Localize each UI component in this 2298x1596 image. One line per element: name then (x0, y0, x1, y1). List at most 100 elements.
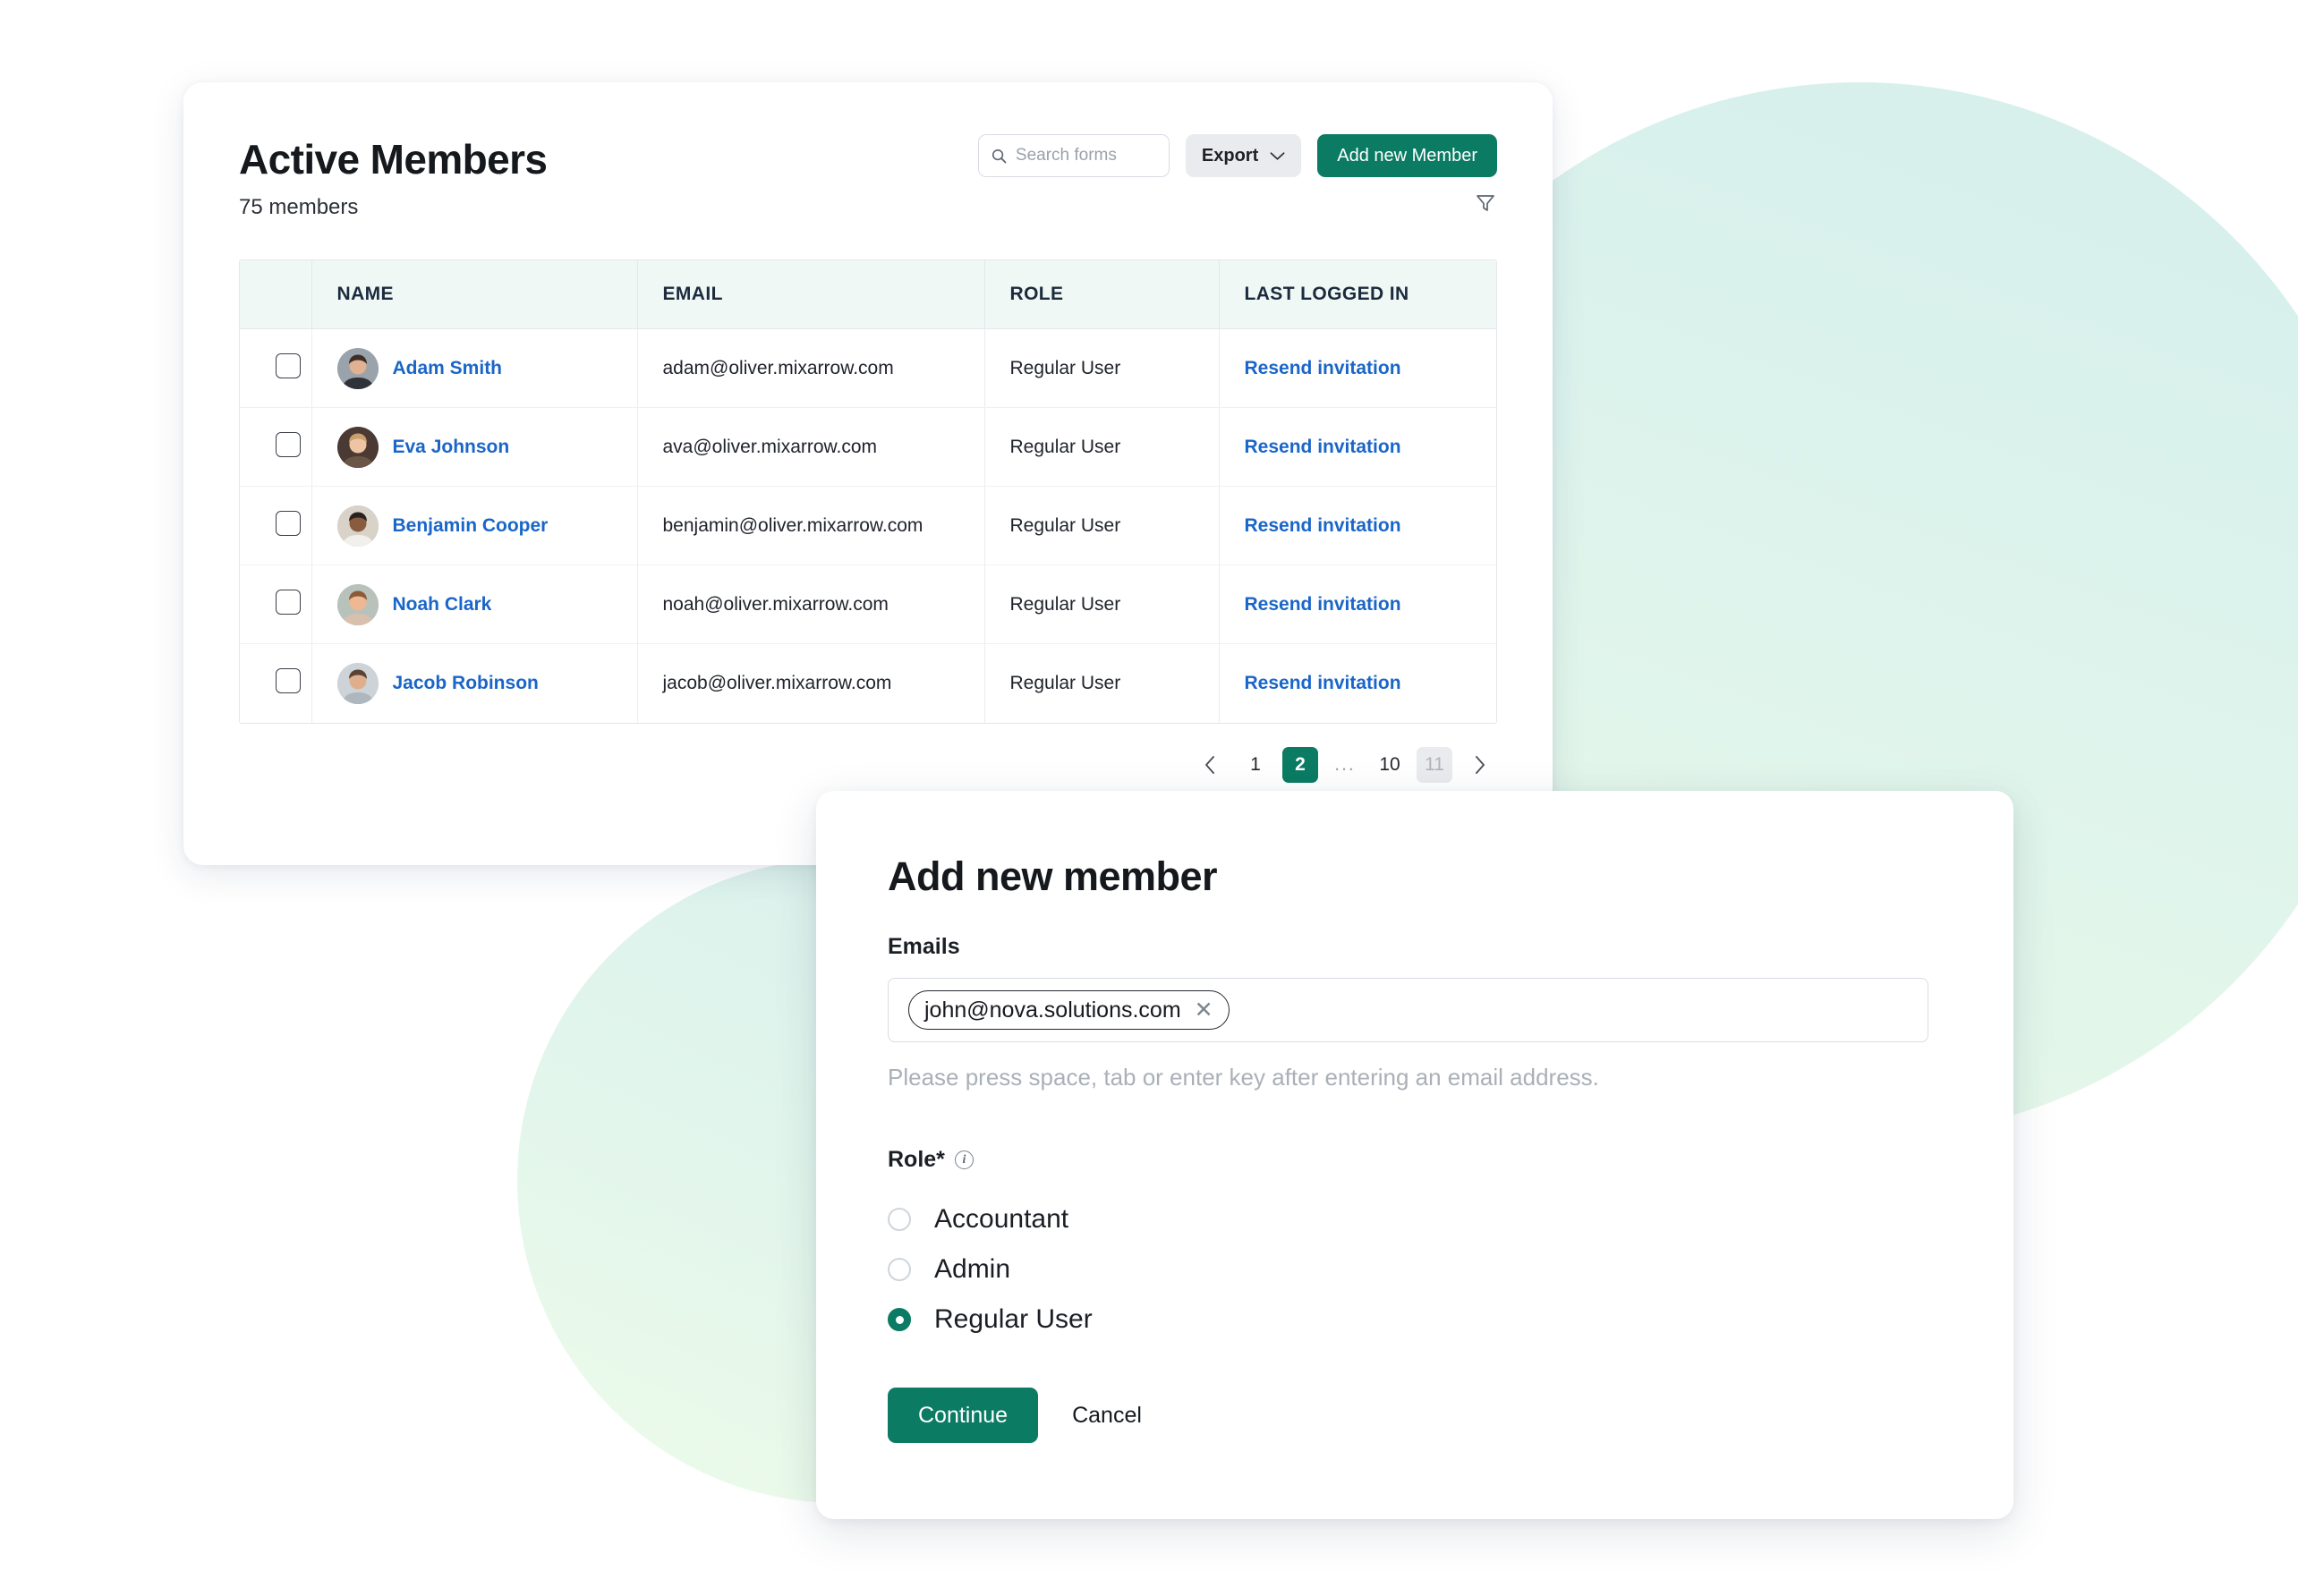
member-count: 75 members (239, 195, 359, 220)
row-checkbox[interactable] (275, 668, 301, 694)
row-checkbox-cell (240, 486, 312, 566)
column-header-last-logged-in: LAST LOGGED IN (1219, 260, 1496, 330)
members-table-wrap: NAME EMAIL ROLE LAST LOGGED IN Adam Smit… (239, 259, 1497, 724)
row-role-cell: Regular User (984, 643, 1220, 723)
toolbar: Search forms Export Add new Member (977, 134, 1497, 177)
row-name-cell: Benjamin Cooper (311, 486, 638, 566)
role-option-label: Accountant (934, 1204, 1069, 1234)
modal-title: Add new member (888, 853, 1218, 899)
table-row: Benjamin Cooper benjamin@oliver.mixarrow.… (240, 486, 1496, 566)
column-header-email: EMAIL (637, 260, 985, 330)
row-email-cell: ava@oliver.mixarrow.com (637, 407, 985, 488)
add-new-member-label: Add new Member (1337, 145, 1477, 166)
chevron-right-icon (1476, 755, 1485, 774)
row-email-cell: adam@oliver.mixarrow.com (637, 328, 985, 409)
column-header-name: NAME (311, 260, 638, 330)
pagination-page-1[interactable]: 1 (1238, 747, 1273, 783)
radio-button[interactable] (888, 1258, 911, 1281)
continue-button[interactable]: Continue (888, 1388, 1039, 1443)
role-option-label: Regular User (934, 1304, 1093, 1334)
row-role-cell: Regular User (984, 486, 1220, 566)
row-last-logged-in-cell: Resend invitation (1219, 328, 1496, 409)
resend-invitation-link[interactable]: Resend invitation (1245, 358, 1401, 378)
app-root: Active Members 75 members Search forms E… (0, 0, 2298, 1596)
row-role-cell: Regular User (984, 328, 1220, 409)
role-radio-group: Accountant Admin Regular User (888, 1194, 1942, 1345)
resend-invitation-link[interactable]: Resend invitation (1245, 437, 1401, 457)
modal-actions: Continue Cancel (888, 1388, 1942, 1443)
table-header: NAME EMAIL ROLE LAST LOGGED IN (240, 260, 1496, 330)
row-checkbox-cell (240, 407, 312, 488)
role-option-regular-user[interactable]: Regular User (888, 1295, 1942, 1345)
close-icon[interactable]: ✕ (1195, 998, 1213, 1022)
pagination-page-10[interactable]: 10 (1372, 747, 1408, 783)
member-name-link[interactable]: Eva Johnson (393, 437, 510, 458)
table-row: Eva Johnson ava@oliver.mixarrow.com Regula… (240, 407, 1496, 488)
pagination-page-11[interactable]: 11 (1417, 746, 1452, 783)
pagination-page-2[interactable]: 2 (1282, 746, 1318, 783)
radio-button[interactable] (888, 1308, 911, 1331)
role-label: Role* (888, 1147, 945, 1172)
role-option-admin[interactable]: Admin (888, 1244, 1942, 1295)
table-row: Adam Smith adam@oliver.mixarrow.com Regula… (240, 328, 1496, 409)
row-checkbox-cell (240, 565, 312, 645)
avatar-photo (336, 583, 379, 625)
chevron-left-icon (1205, 755, 1214, 774)
select-all-header (240, 260, 312, 330)
row-checkbox[interactable] (275, 431, 301, 457)
add-new-member-modal: Add new member Emails john@nova.solution… (816, 791, 2013, 1519)
role-option-accountant[interactable]: Accountant (888, 1194, 1942, 1244)
row-checkbox[interactable] (275, 510, 301, 536)
avatar (336, 583, 379, 625)
row-last-logged-in-cell: Resend invitation (1219, 565, 1496, 645)
member-name-link[interactable]: Noah Clark (393, 594, 492, 615)
cancel-button[interactable]: Cancel (1072, 1403, 1142, 1429)
radio-button[interactable] (888, 1208, 911, 1231)
role-option-label: Admin (934, 1254, 1011, 1284)
table-row: Jacob Robinson jacob@oliver.mixarrow.com R… (240, 643, 1496, 723)
export-button[interactable]: Export (1185, 134, 1302, 177)
avatar (336, 505, 379, 547)
row-checkbox[interactable] (275, 352, 301, 378)
emails-label: Emails (888, 934, 960, 959)
resend-invitation-link[interactable]: Resend invitation (1245, 594, 1401, 615)
add-new-member-button[interactable]: Add new Member (1317, 134, 1497, 177)
resend-invitation-link[interactable]: Resend invitation (1245, 515, 1401, 536)
avatar (336, 663, 379, 705)
info-icon[interactable]: i (954, 1150, 974, 1169)
column-header-role: ROLE (984, 260, 1220, 330)
avatar-photo (336, 663, 379, 705)
member-name-link[interactable]: Benjamin Cooper (393, 515, 549, 537)
row-name-cell: Jacob Robinson (311, 643, 638, 723)
row-email-cell: benjamin@oliver.mixarrow.com (637, 486, 985, 566)
row-checkbox-cell (240, 643, 312, 723)
row-email-cell: jacob@oliver.mixarrow.com (637, 643, 985, 723)
chevron-down-icon (1270, 151, 1285, 160)
emails-input[interactable]: john@nova.solutions.com ✕ (888, 978, 1928, 1042)
row-name-cell: Eva Johnson (311, 407, 638, 488)
row-role-cell: Regular User (984, 407, 1220, 488)
export-label: Export (1201, 145, 1259, 166)
row-name-cell: Noah Clark (311, 565, 638, 645)
search-icon (992, 149, 1007, 163)
table-row: Noah Clark noah@oliver.mixarrow.com Regula… (240, 565, 1496, 645)
active-members-card: Active Members 75 members Search forms E… (183, 82, 1553, 865)
email-chip: john@nova.solutions.com ✕ (908, 990, 1230, 1030)
member-name-link[interactable]: Jacob Robinson (393, 673, 539, 694)
row-checkbox[interactable] (275, 589, 301, 615)
pagination-prev-button[interactable] (1193, 747, 1229, 783)
member-name-link[interactable]: Adam Smith (393, 358, 503, 379)
pagination-next-button[interactable] (1461, 747, 1497, 783)
avatar-photo (336, 505, 379, 547)
avatar-photo (336, 347, 379, 389)
filter-row (1474, 191, 1497, 215)
search-input[interactable]: Search forms (977, 134, 1170, 177)
row-name-cell: Adam Smith (311, 328, 638, 409)
role-label-row: Role* i (888, 1147, 1942, 1173)
card-header: Active Members 75 members Search forms E… (183, 82, 1553, 220)
table-header-row: NAME EMAIL ROLE LAST LOGGED IN (240, 260, 1496, 330)
row-last-logged-in-cell: Resend invitation (1219, 644, 1496, 723)
filter-funnel-icon[interactable] (1474, 191, 1497, 215)
avatar (336, 347, 379, 389)
resend-invitation-link[interactable]: Resend invitation (1245, 673, 1401, 693)
